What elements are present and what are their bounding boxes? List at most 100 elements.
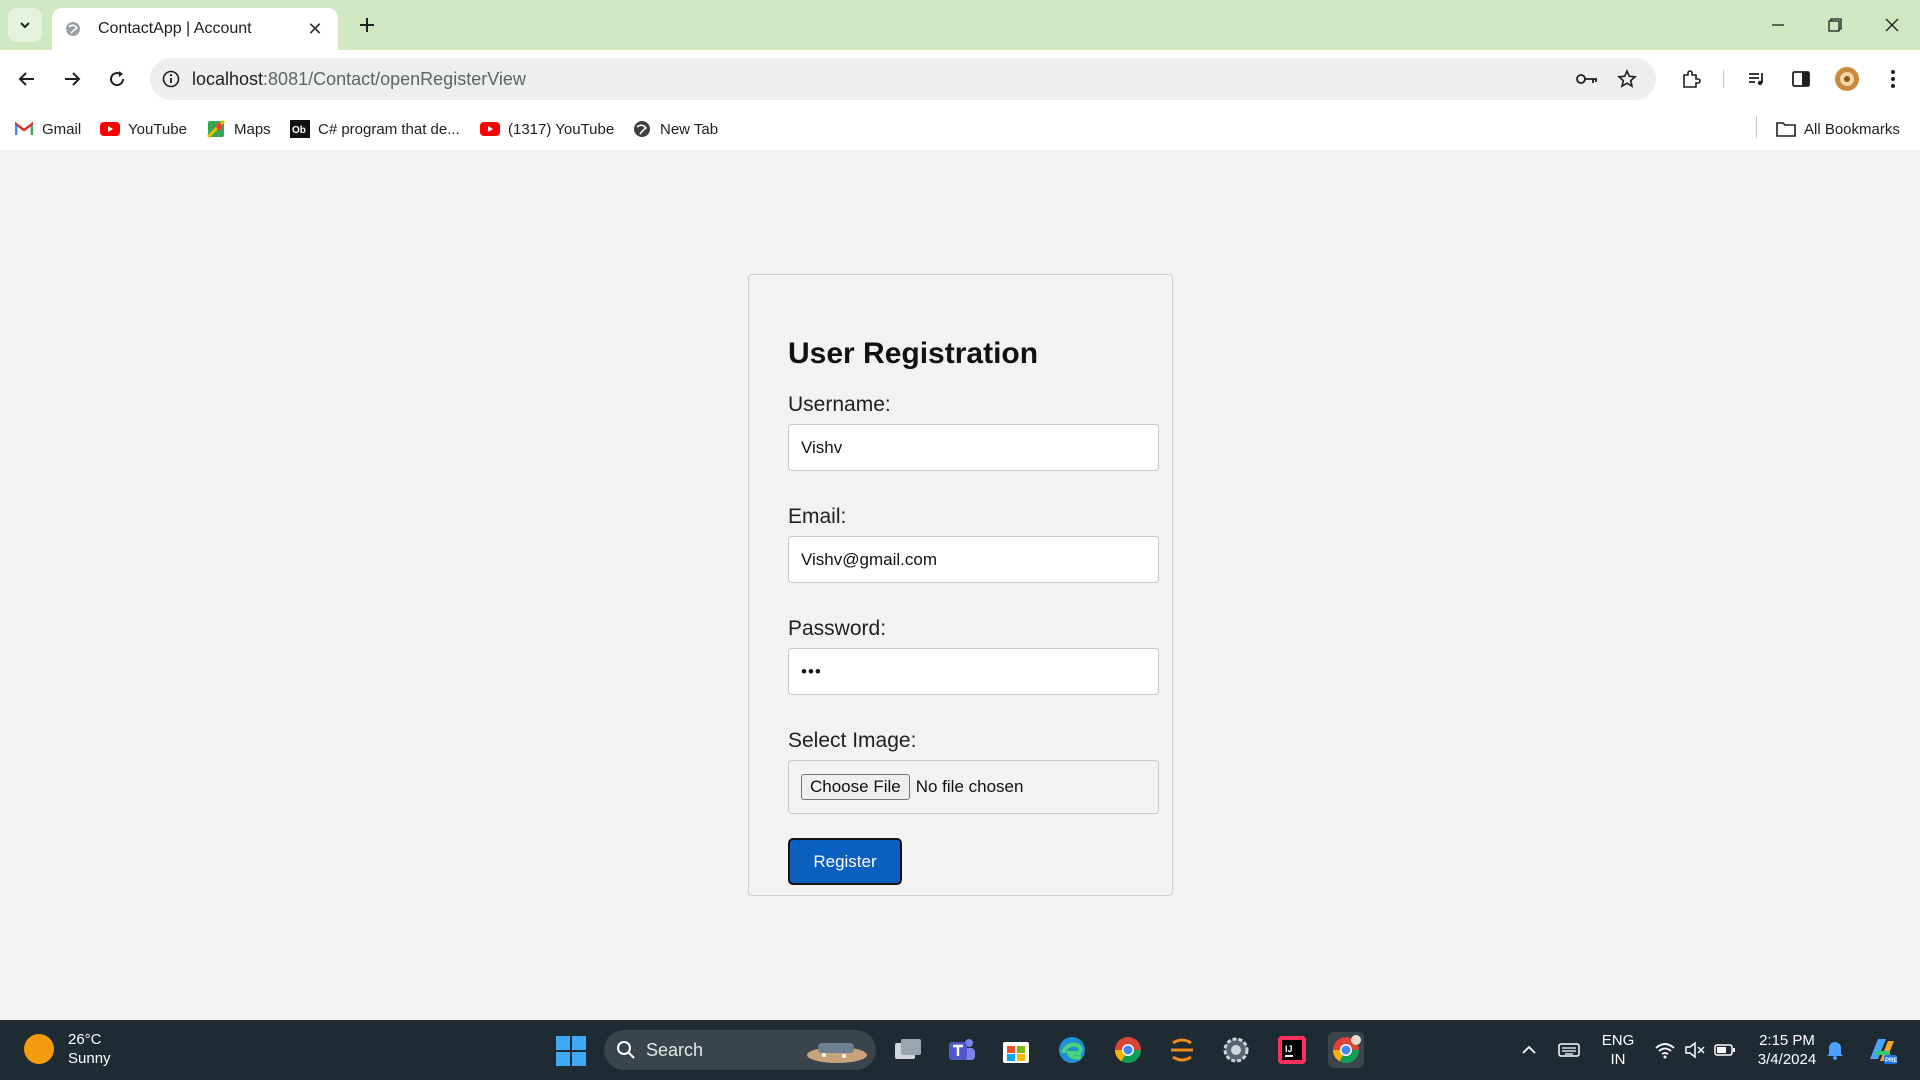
teams-icon (949, 1039, 975, 1060)
globe-icon (64, 20, 82, 38)
register-button[interactable]: Register (788, 838, 902, 885)
edge-icon (1059, 1037, 1085, 1063)
maps-icon (206, 119, 226, 139)
password-field[interactable]: ••• (788, 648, 1159, 695)
extensions-button[interactable] (1674, 62, 1708, 96)
file-status: No file chosen (915, 777, 1024, 796)
url-text[interactable]: localhost:8081/Contact/openRegisterView (192, 69, 1656, 90)
url-host: localhost (192, 68, 264, 89)
username-label: Username: (788, 393, 891, 416)
email-field[interactable]: Vishv@gmail.com (788, 536, 1159, 583)
notifications-button[interactable] (1822, 1020, 1848, 1080)
arrow-left-icon (18, 72, 34, 86)
bell-icon (1827, 1042, 1843, 1060)
gear-icon (1223, 1037, 1249, 1063)
email-label: Email: (788, 505, 847, 528)
image-file-input[interactable]: Choose File No file chosen (788, 760, 1159, 814)
browser-tab-active[interactable]: ContactApp | Account ✕ (52, 8, 338, 50)
bookmark-label: New Tab (660, 120, 719, 138)
ob-icon: Ob (290, 119, 310, 139)
svg-text:IJ: IJ (1285, 1044, 1293, 1054)
site-info-icon[interactable] (150, 58, 192, 100)
start-button[interactable] (556, 1036, 586, 1066)
taskbar-settings[interactable] (1218, 1032, 1254, 1068)
avatar-icon (1835, 67, 1859, 91)
close-icon[interactable]: ✕ (304, 18, 326, 40)
reload-button[interactable] (100, 62, 134, 96)
volume-muted-icon (1685, 1041, 1705, 1059)
bookmark-label: Maps (234, 120, 271, 138)
media-control-button[interactable] (1740, 62, 1774, 96)
keyboard-tray[interactable] (1554, 1020, 1584, 1080)
clock-time: 2:15 PM (1759, 1032, 1815, 1049)
bookmark-gmail[interactable]: Gmail (14, 116, 81, 142)
new-tab-button[interactable] (352, 10, 382, 40)
copilot-button[interactable]: PRE (1862, 1020, 1902, 1080)
taskbar-chrome[interactable] (1110, 1032, 1146, 1068)
wifi-tray[interactable] (1650, 1020, 1680, 1080)
taskbar-chrome-active[interactable] (1328, 1032, 1364, 1068)
windows-logo-icon (556, 1036, 570, 1050)
side-panel-icon (1792, 71, 1810, 87)
taskbar-teams[interactable] (944, 1032, 980, 1068)
side-panel-button[interactable] (1784, 62, 1818, 96)
bookmark-new-tab[interactable]: New Tab (632, 116, 718, 142)
all-bookmarks-label: All Bookmarks (1804, 120, 1900, 138)
chevron-down-icon (20, 22, 30, 29)
forward-button[interactable] (55, 62, 89, 96)
youtube-icon (100, 119, 120, 139)
registration-card: User Registration Username: Vishv Email:… (748, 274, 1173, 896)
close-window-button[interactable] (1863, 0, 1920, 50)
language-indicator[interactable]: ENG IN (1596, 1020, 1640, 1080)
bookmark-label: Gmail (42, 120, 82, 138)
browser-menu-button[interactable] (1876, 62, 1910, 96)
address-bar[interactable]: localhost:8081/Contact/openRegisterView (150, 58, 1656, 100)
taskbar-task-view[interactable] (890, 1032, 926, 1068)
username-field[interactable]: Vishv (788, 424, 1159, 471)
search-label: Search (646, 1039, 704, 1060)
bookmark-maps[interactable]: Maps (206, 116, 271, 142)
taskbar-search[interactable]: Search (604, 1030, 876, 1070)
password-key-button[interactable] (1570, 62, 1604, 96)
url-path: :8081/Contact/openRegisterView (263, 68, 526, 89)
taskbar-intellij[interactable]: IJ (1274, 1032, 1310, 1068)
bookmark-youtube-1317[interactable]: (1317) YouTube (480, 116, 614, 142)
battery-icon (1714, 1044, 1735, 1056)
weather-widget[interactable]: 26°C Sunny (24, 1030, 111, 1068)
bookmark-star-button[interactable] (1610, 62, 1644, 96)
restore-button[interactable] (1806, 0, 1863, 50)
star-icon (1617, 69, 1637, 88)
battery-tray[interactable] (1710, 1020, 1740, 1080)
tab-search-button[interactable] (8, 8, 42, 42)
choose-file-button[interactable]: Choose File (801, 774, 910, 800)
svg-text:Ob: Ob (292, 125, 306, 136)
minimize-button[interactable] (1749, 0, 1806, 50)
chrome-profile-icon (1332, 1035, 1361, 1064)
chevron-up-icon (1522, 1045, 1536, 1054)
taskbar-eclipse[interactable] (1164, 1032, 1200, 1068)
gmail-icon (14, 119, 34, 139)
weather-condition: Sunny (68, 1050, 111, 1067)
bookmark-youtube[interactable]: YouTube (100, 116, 187, 142)
bookmarks-bar: Gmail YouTube Maps Ob C# program that de… (0, 108, 1920, 150)
keyboard-icon (1558, 1043, 1580, 1057)
clock-date: 3/4/2024 (1757, 1051, 1817, 1068)
clock[interactable]: 2:15 PM 3/4/2024 (1748, 1020, 1826, 1080)
taskbar-edge[interactable] (1054, 1032, 1090, 1068)
restore-icon (1827, 18, 1842, 32)
taskbar-store[interactable] (998, 1032, 1034, 1068)
playlist-icon (1749, 73, 1763, 86)
windows-taskbar: 26°C Sunny Search IJ ENG IN 2:15 PM 3/4/… (0, 1020, 1920, 1080)
back-button[interactable] (10, 62, 44, 96)
tab-title: ContactApp | Account (98, 20, 252, 37)
bookmark-csharp[interactable]: Ob C# program that de... (290, 116, 460, 142)
wifi-icon (1655, 1043, 1675, 1059)
volume-tray[interactable] (1680, 1020, 1710, 1080)
puzzle-icon (1683, 70, 1701, 88)
language-region: IN (1610, 1051, 1626, 1068)
eclipse-icon (1171, 1038, 1193, 1062)
tab-strip: ContactApp | Account ✕ (0, 0, 1920, 50)
profile-avatar[interactable] (1830, 62, 1864, 96)
all-bookmarks[interactable]: All Bookmarks (1776, 116, 1900, 142)
show-hidden-icons[interactable] (1516, 1020, 1542, 1080)
